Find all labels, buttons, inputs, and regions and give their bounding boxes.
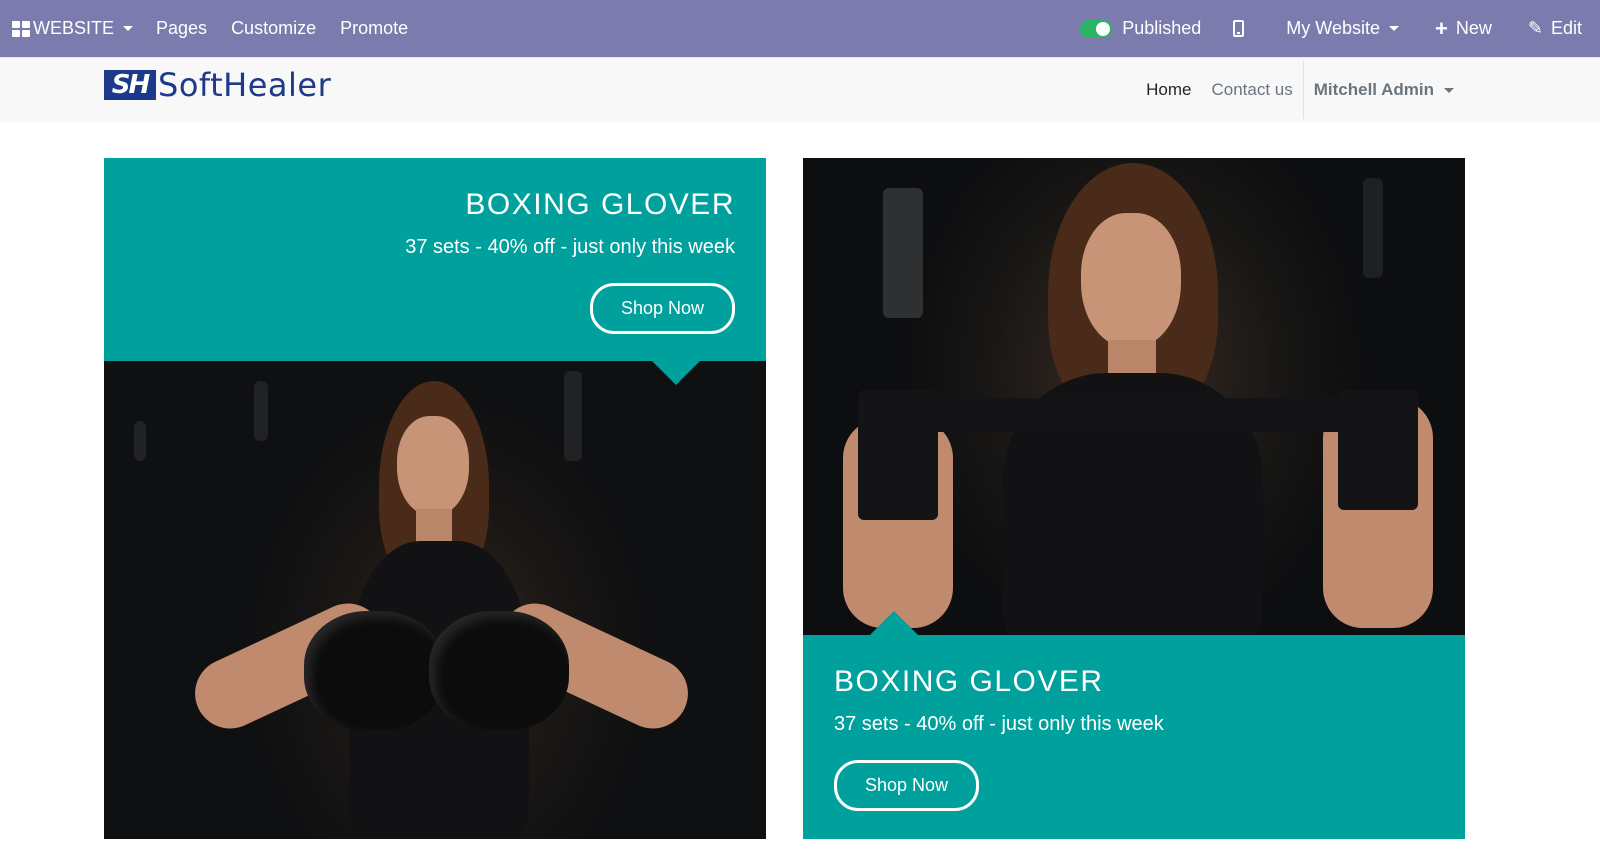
new-button[interactable]: + New bbox=[1435, 15, 1492, 41]
main-nav: Home Contact us Mitchell Admin bbox=[1126, 58, 1454, 122]
face bbox=[397, 416, 469, 516]
mobile-preview-button[interactable] bbox=[1233, 20, 1245, 37]
plus-icon: + bbox=[1435, 15, 1448, 41]
boxer-wraps-photo bbox=[803, 158, 1465, 635]
logo-mark: SH bbox=[104, 70, 156, 100]
published-label: Published bbox=[1122, 18, 1202, 38]
nav-contact-us[interactable]: Contact us bbox=[1211, 80, 1292, 100]
face bbox=[1081, 213, 1181, 348]
boxing-glove bbox=[429, 611, 569, 731]
nav-home[interactable]: Home bbox=[1146, 80, 1191, 100]
chevron-down-icon bbox=[1389, 26, 1399, 31]
hand-wrap bbox=[903, 398, 1403, 432]
published-toggle[interactable]: Published bbox=[1080, 18, 1201, 39]
shop-now-button[interactable]: Shop Now bbox=[589, 283, 735, 334]
website-app-menu[interactable]: WEBSITE bbox=[12, 18, 134, 39]
pencil-icon: ✎ bbox=[1527, 18, 1543, 38]
boxer-figure bbox=[803, 158, 1465, 635]
menu-customize[interactable]: Customize bbox=[231, 18, 316, 39]
site-header: SH SoftHealer Home Contact us Mitchell A… bbox=[0, 57, 1600, 122]
hand-wrap bbox=[858, 390, 938, 520]
admin-bar: WEBSITE Pages Customize Promote Publishe… bbox=[0, 0, 1600, 57]
website-switcher[interactable]: My Website bbox=[1286, 18, 1399, 39]
logo-text: SoftHealer bbox=[158, 66, 332, 104]
website-switcher-label: My Website bbox=[1286, 18, 1380, 38]
site-logo[interactable]: SH SoftHealer bbox=[104, 66, 332, 104]
user-name: Mitchell Admin bbox=[1313, 80, 1434, 99]
menu-pages[interactable]: Pages bbox=[156, 18, 207, 39]
banner-text-panel: BOXING GLOVER 37 sets - 40% off - just o… bbox=[104, 158, 766, 361]
banner-card-left: BOXING GLOVER 37 sets - 40% off - just o… bbox=[104, 158, 766, 839]
toggle-switch-icon[interactable] bbox=[1080, 19, 1113, 38]
new-label: New bbox=[1455, 18, 1492, 38]
shop-now-button[interactable]: Shop Now bbox=[834, 760, 980, 811]
pointer-arrow bbox=[870, 611, 918, 635]
mobile-phone-icon bbox=[1233, 20, 1245, 37]
banner-title: BOXING GLOVER bbox=[465, 188, 735, 221]
edit-button[interactable]: ✎ Edit bbox=[1528, 18, 1582, 39]
chevron-down-icon bbox=[123, 26, 134, 31]
edit-label: Edit bbox=[1550, 18, 1582, 38]
website-app-label: WEBSITE bbox=[33, 18, 115, 38]
pointer-arrow bbox=[652, 361, 700, 385]
banner-card-right: BOXING GLOVER 37 sets - 40% off - just o… bbox=[803, 158, 1465, 839]
nav-divider bbox=[1302, 61, 1304, 119]
boxer-gloves-photo bbox=[104, 361, 766, 839]
admin-bar-left: WEBSITE Pages Customize Promote bbox=[0, 0, 408, 57]
banner-text-panel: BOXING GLOVER 37 sets - 40% off - just o… bbox=[803, 635, 1465, 839]
banner-title: BOXING GLOVER bbox=[834, 665, 1104, 698]
apps-grid-icon bbox=[12, 20, 30, 37]
banner-subtitle: 37 sets - 40% off - just only this week bbox=[405, 236, 735, 258]
hand-wrap bbox=[1338, 390, 1418, 510]
chevron-down-icon bbox=[1444, 87, 1454, 93]
user-menu[interactable]: Mitchell Admin bbox=[1314, 80, 1454, 100]
boxer-figure bbox=[104, 361, 766, 839]
menu-promote[interactable]: Promote bbox=[340, 18, 408, 39]
admin-bar-right: Published My Website + New ✎ Edit bbox=[1080, 0, 1600, 57]
banner-subtitle: 37 sets - 40% off - just only this week bbox=[834, 713, 1164, 735]
boxing-glove bbox=[304, 611, 444, 731]
